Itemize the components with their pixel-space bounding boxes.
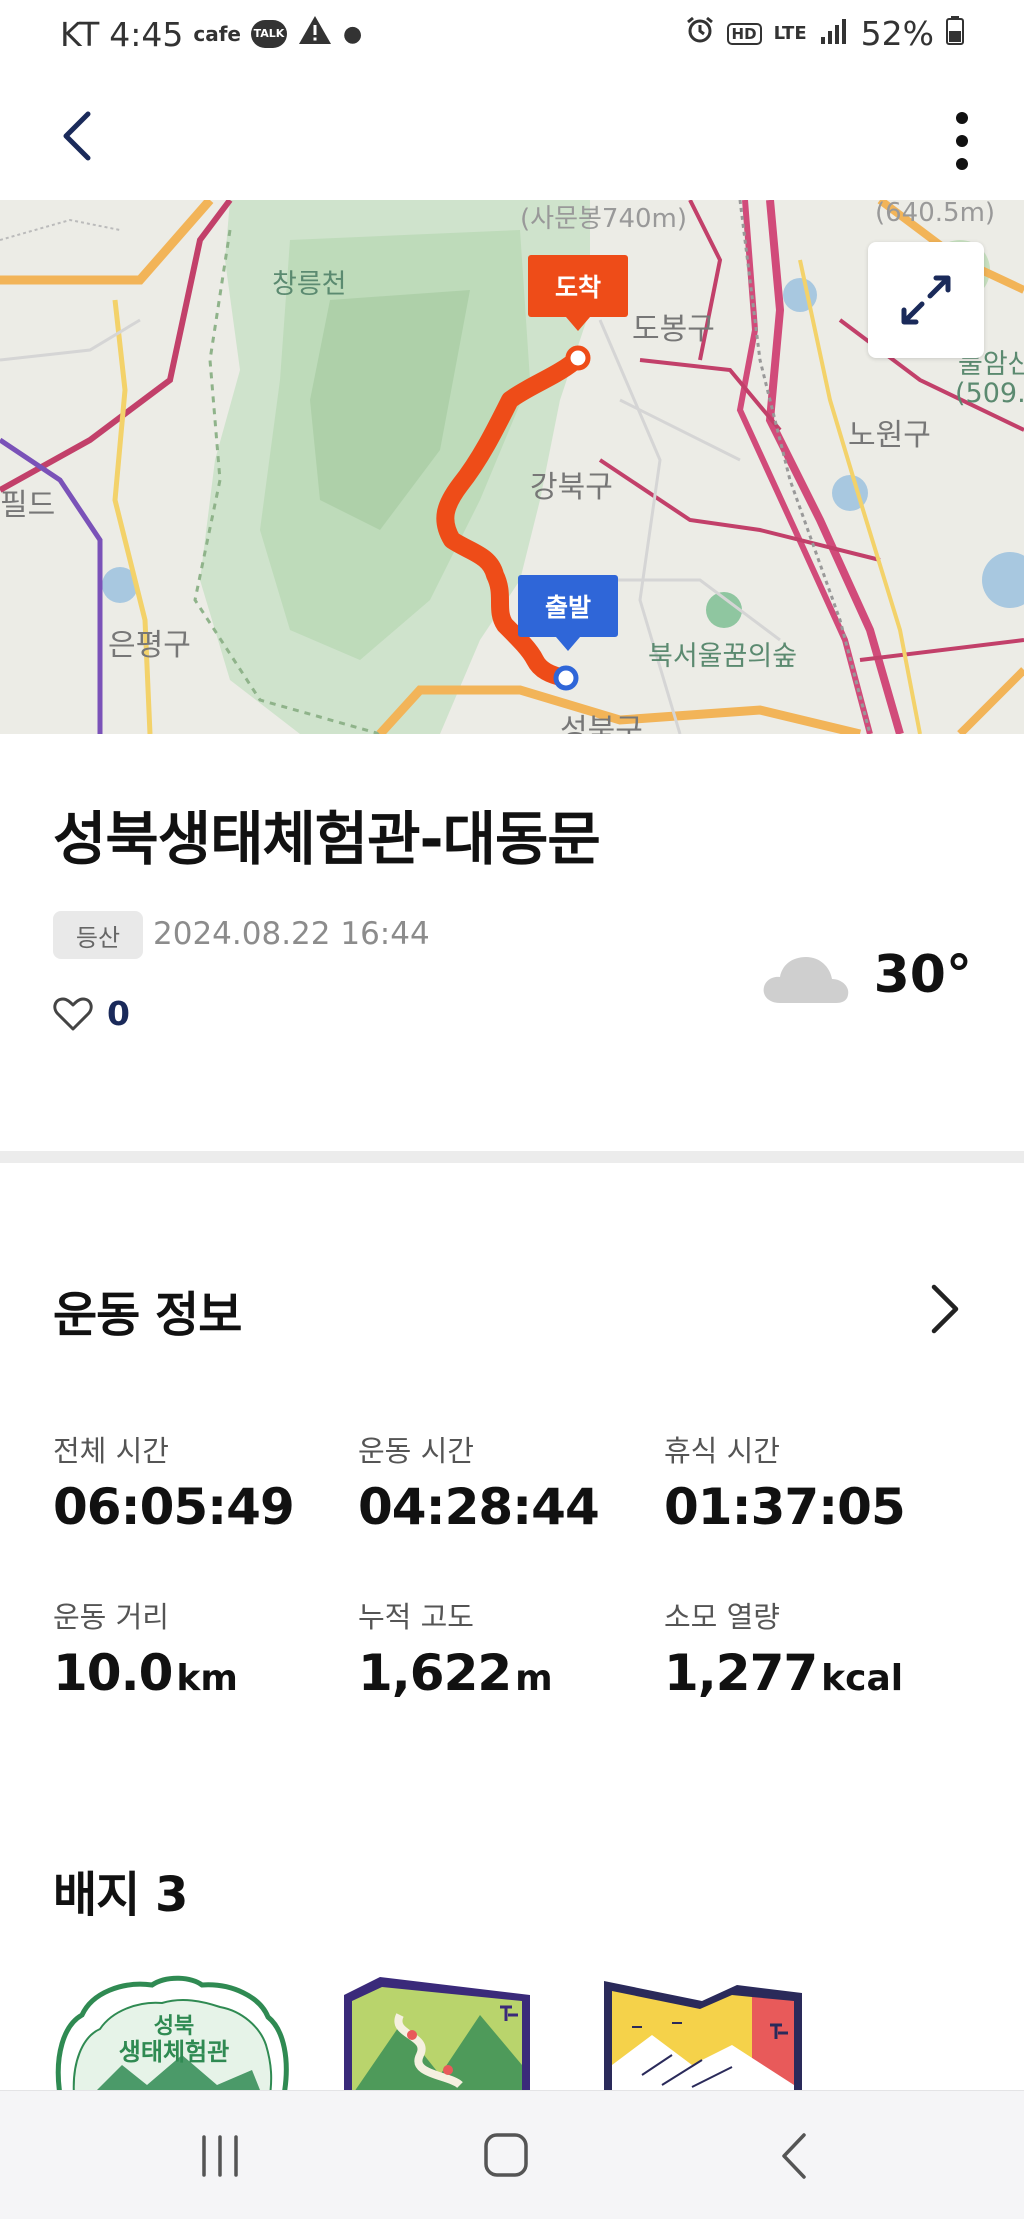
like-count: 0 xyxy=(107,994,130,1033)
exercise-info-title: 운동 정보 xyxy=(53,1287,242,1343)
route-map[interactable]: (사문봉740m) (640.5m) 창릉천 도봉구 강북구 노원구 불암산 (… xyxy=(0,200,1024,734)
departure-point-icon xyxy=(553,665,579,691)
map-label-peak: (사문봉740m) xyxy=(520,204,688,234)
map-label-field: 필드 xyxy=(0,488,56,523)
map-label-seongbuk: 성북구 xyxy=(560,713,643,734)
mountain-trail-badge-icon xyxy=(344,1977,530,2090)
badge-text-top: 성북 xyxy=(154,2014,194,2039)
status-bar: KT 4:45 cafe TALK ● HD LTE 52% xyxy=(0,0,1024,78)
back-button[interactable] xyxy=(50,106,110,166)
badge-text-bottom: 생태체험관 xyxy=(119,2038,229,2066)
stat-label: 운동 시간 xyxy=(358,1434,474,1468)
map-label-peak2: (640.5m) xyxy=(875,200,996,228)
home-icon xyxy=(484,2133,528,2177)
map-label-dobong: 도봉구 xyxy=(632,312,715,347)
activity-datetime: 2024.08.22 16:44 xyxy=(153,916,430,952)
status-left: KT 4:45 cafe TALK ● xyxy=(60,14,362,54)
signal-icon xyxy=(819,14,849,53)
badge-peak[interactable] xyxy=(602,1975,802,2090)
stat-value: 04:28:44 xyxy=(358,1478,600,1536)
peak-badge-icon xyxy=(604,1981,802,2090)
chevron-right-icon xyxy=(931,1284,959,1334)
alarm-icon xyxy=(685,14,715,53)
more-notifications-dot-icon: ● xyxy=(342,21,363,47)
seongbuk-eco-badge-icon: 성북 생태체험관 xyxy=(55,1975,289,2090)
stat-unit: km xyxy=(176,1658,238,1699)
stat-value: 10.0 km xyxy=(53,1644,238,1702)
category-tag: 등산 xyxy=(53,911,143,959)
map-label-park: 북서울꿈의숲 xyxy=(648,641,798,672)
more-options-button[interactable] xyxy=(924,106,984,176)
chevron-left-icon xyxy=(63,111,91,161)
section-divider xyxy=(0,1151,1024,1163)
map-label-eunpyeong: 은평구 xyxy=(108,628,191,663)
recent-apps-button[interactable] xyxy=(190,2131,250,2181)
badges-title: 배지 3 xyxy=(53,1867,188,1923)
expand-icon xyxy=(901,275,951,325)
stat-calories: 소모 열량 1,277 kcal xyxy=(664,1594,954,1702)
exercise-info-detail-button[interactable] xyxy=(924,1279,964,1339)
cafe-notification-icon: cafe xyxy=(193,22,241,46)
temperature: 30° xyxy=(873,945,972,1005)
stat-rest-time: 휴식 시간 01:37:05 xyxy=(664,1428,954,1536)
battery-icon xyxy=(946,14,964,53)
stat-value: 1,622 m xyxy=(358,1644,553,1702)
stat-unit: m xyxy=(515,1658,553,1699)
status-right: HD LTE 52% xyxy=(685,14,964,53)
recent-apps-icon xyxy=(202,2135,238,2177)
stat-value: 06:05:49 xyxy=(53,1478,295,1536)
stat-total-time: 전체 시간 06:05:49 xyxy=(53,1428,343,1536)
map-label-gangbuk: 강북구 xyxy=(530,470,613,505)
badge-mountain-trail[interactable] xyxy=(340,1975,534,2090)
back-icon xyxy=(782,2133,806,2179)
departure-marker: 출발 xyxy=(518,575,618,651)
stat-label: 운동 거리 xyxy=(53,1600,169,1634)
stat-value: 01:37:05 xyxy=(664,1478,906,1536)
cloud-icon xyxy=(763,957,848,1003)
badge-list: 성북 생태체험관 xyxy=(0,1975,1024,2090)
lte-icon: LTE xyxy=(773,23,807,44)
arrival-point-icon xyxy=(565,345,591,371)
hd-voice-icon: HD xyxy=(726,22,762,45)
stat-exercise-time: 운동 시간 04:28:44 xyxy=(358,1428,648,1536)
badge-seongbuk-eco[interactable]: 성북 생태체험관 xyxy=(52,1975,292,2090)
stat-elevation: 누적 고도 1,622 m xyxy=(358,1594,648,1702)
kakaotalk-notification-icon: TALK xyxy=(250,20,287,48)
stat-label: 전체 시간 xyxy=(53,1434,169,1468)
heart-icon xyxy=(53,997,93,1030)
battery-level: 52% xyxy=(860,14,934,53)
app-bar xyxy=(0,78,1024,200)
stat-label: 휴식 시간 xyxy=(664,1434,780,1468)
weather-info: 30° xyxy=(760,945,972,1005)
stat-unit: kcal xyxy=(821,1658,904,1699)
stat-label: 누적 고도 xyxy=(358,1600,474,1634)
more-vertical-icon xyxy=(956,112,968,170)
home-button[interactable] xyxy=(476,2131,536,2181)
warning-icon xyxy=(297,14,333,54)
system-back-button[interactable] xyxy=(768,2131,828,2181)
expand-map-button[interactable] xyxy=(868,242,984,358)
stat-label: 소모 열량 xyxy=(664,1600,780,1634)
system-navigation-bar xyxy=(0,2090,1024,2219)
map-label-nowon: 노원구 xyxy=(848,418,931,453)
carrier: KT xyxy=(60,14,100,54)
clock: 4:45 xyxy=(109,14,184,54)
route-title: 성북생태체험관-대동문 xyxy=(53,805,601,873)
arrival-marker: 도착 xyxy=(528,255,628,331)
map-label-bulam-height: (509.6 xyxy=(955,378,1024,409)
map-label-stream: 창릉천 xyxy=(272,269,347,300)
like-button[interactable]: 0 xyxy=(53,994,130,1033)
stat-distance: 운동 거리 10.0 km xyxy=(53,1594,343,1702)
stat-value: 1,277 kcal xyxy=(664,1644,904,1702)
